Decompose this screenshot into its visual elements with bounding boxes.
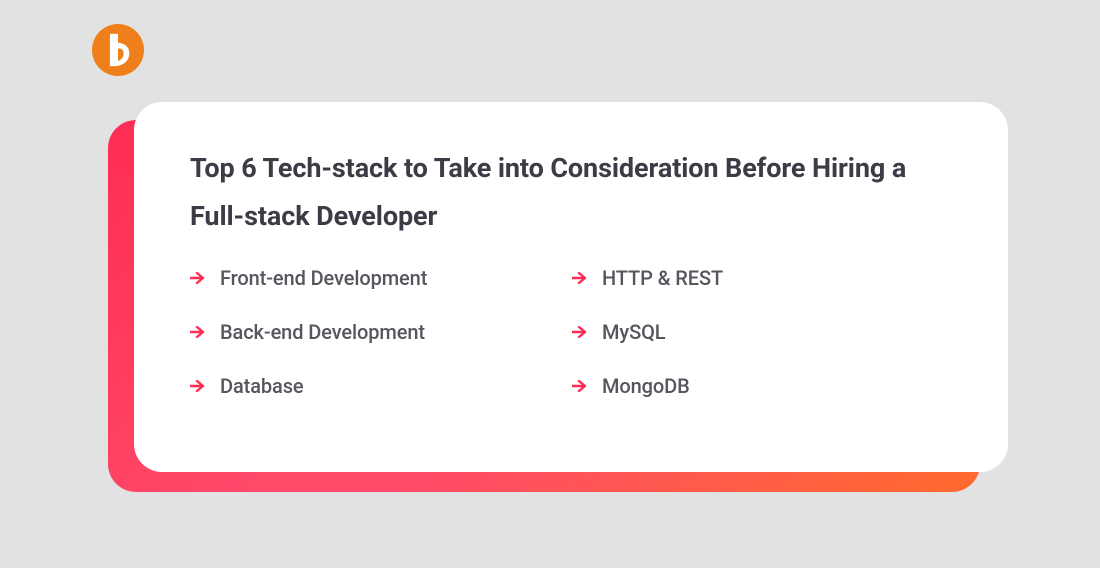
list-item: MongoDB (572, 374, 892, 398)
brand-logo-mark (97, 29, 139, 71)
info-card: Top 6 Tech-stack to Take into Considerat… (134, 102, 1008, 472)
list-column-right: HTTP & REST MySQL (572, 266, 892, 398)
list-item-label: MySQL (602, 320, 665, 344)
list-item: MySQL (572, 320, 892, 344)
arrow-icon (190, 271, 206, 285)
arrow-icon (572, 271, 588, 285)
arrow-icon (190, 379, 206, 393)
arrow-icon (572, 325, 588, 339)
card-stage: Top 6 Tech-stack to Take into Considerat… (108, 102, 1008, 492)
list-item-label: Front-end Development (220, 266, 427, 290)
list-item: Database (190, 374, 552, 398)
list-item: Back-end Development (190, 320, 552, 344)
list-item-label: Back-end Development (220, 320, 425, 344)
list-item-label: MongoDB (602, 374, 690, 398)
list-item-label: Database (220, 374, 304, 398)
list-item: HTTP & REST (572, 266, 892, 290)
arrow-icon (190, 325, 206, 339)
list-columns: Front-end Development Back-end Developme… (190, 266, 952, 398)
card-title: Top 6 Tech-stack to Take into Considerat… (190, 144, 952, 240)
list-item: Front-end Development (190, 266, 552, 290)
list-item-label: HTTP & REST (602, 266, 723, 290)
arrow-icon (572, 379, 588, 393)
brand-logo (92, 24, 144, 76)
list-column-left: Front-end Development Back-end Developme… (190, 266, 552, 398)
